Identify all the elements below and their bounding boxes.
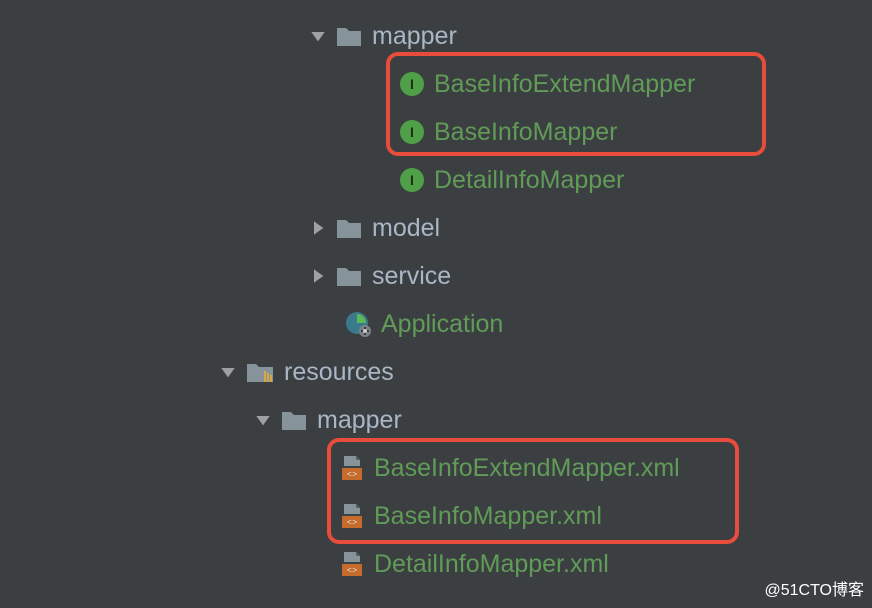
watermark: @51CTO博客 [764,576,864,600]
chevron-down-icon [310,28,326,44]
folder-icon [336,265,362,287]
svg-text:<>: <> [347,565,358,575]
tree-label: service [372,262,451,291]
tree-folder-service[interactable]: service [0,252,872,300]
chevron-right-icon [310,268,326,284]
svg-text:<>: <> [347,469,358,479]
chevron-down-icon [220,364,236,380]
xml-file-icon: <> [340,504,364,528]
tree-label: mapper [317,406,402,435]
xml-file-icon: <> [340,456,364,480]
resources-folder-icon [246,361,274,383]
tree-folder-model[interactable]: model [0,204,872,252]
xml-file-icon: <> [340,552,364,576]
tree-label: BaseInfoExtendMapper.xml [374,454,680,483]
chevron-right-icon [310,220,326,236]
tree-label: BaseInfoMapper.xml [374,502,602,531]
tree-label: BaseInfoMapper [434,118,617,147]
interface-icon: I [400,72,424,96]
tree-item-xml[interactable]: <> BaseInfoExtendMapper.xml [0,444,872,492]
tree-label: Application [381,310,503,339]
project-tree: mapper I BaseInfoExtendMapper I BaseInfo… [0,0,872,588]
tree-label: DetailInfoMapper [434,166,624,195]
tree-folder-resources[interactable]: resources [0,348,872,396]
svg-text:<>: <> [347,517,358,527]
tree-item-application[interactable]: Application [0,300,872,348]
tree-label: BaseInfoExtendMapper [434,70,695,99]
tree-item-interface[interactable]: I BaseInfoExtendMapper [0,60,872,108]
tree-item-xml[interactable]: <> DetailInfoMapper.xml [0,540,872,588]
interface-icon: I [400,120,424,144]
spring-boot-icon [345,311,371,337]
tree-item-xml[interactable]: <> BaseInfoMapper.xml [0,492,872,540]
chevron-down-icon [255,412,271,428]
tree-item-interface[interactable]: I BaseInfoMapper [0,108,872,156]
tree-item-interface[interactable]: I DetailInfoMapper [0,156,872,204]
folder-icon [336,217,362,239]
tree-folder-resources-mapper[interactable]: mapper [0,396,872,444]
interface-icon: I [400,168,424,192]
tree-label: resources [284,358,394,387]
folder-icon [281,409,307,431]
folder-icon [336,25,362,47]
tree-folder-mapper[interactable]: mapper [0,12,872,60]
tree-label: mapper [372,22,457,51]
tree-label: DetailInfoMapper.xml [374,550,609,579]
tree-label: model [372,214,440,243]
